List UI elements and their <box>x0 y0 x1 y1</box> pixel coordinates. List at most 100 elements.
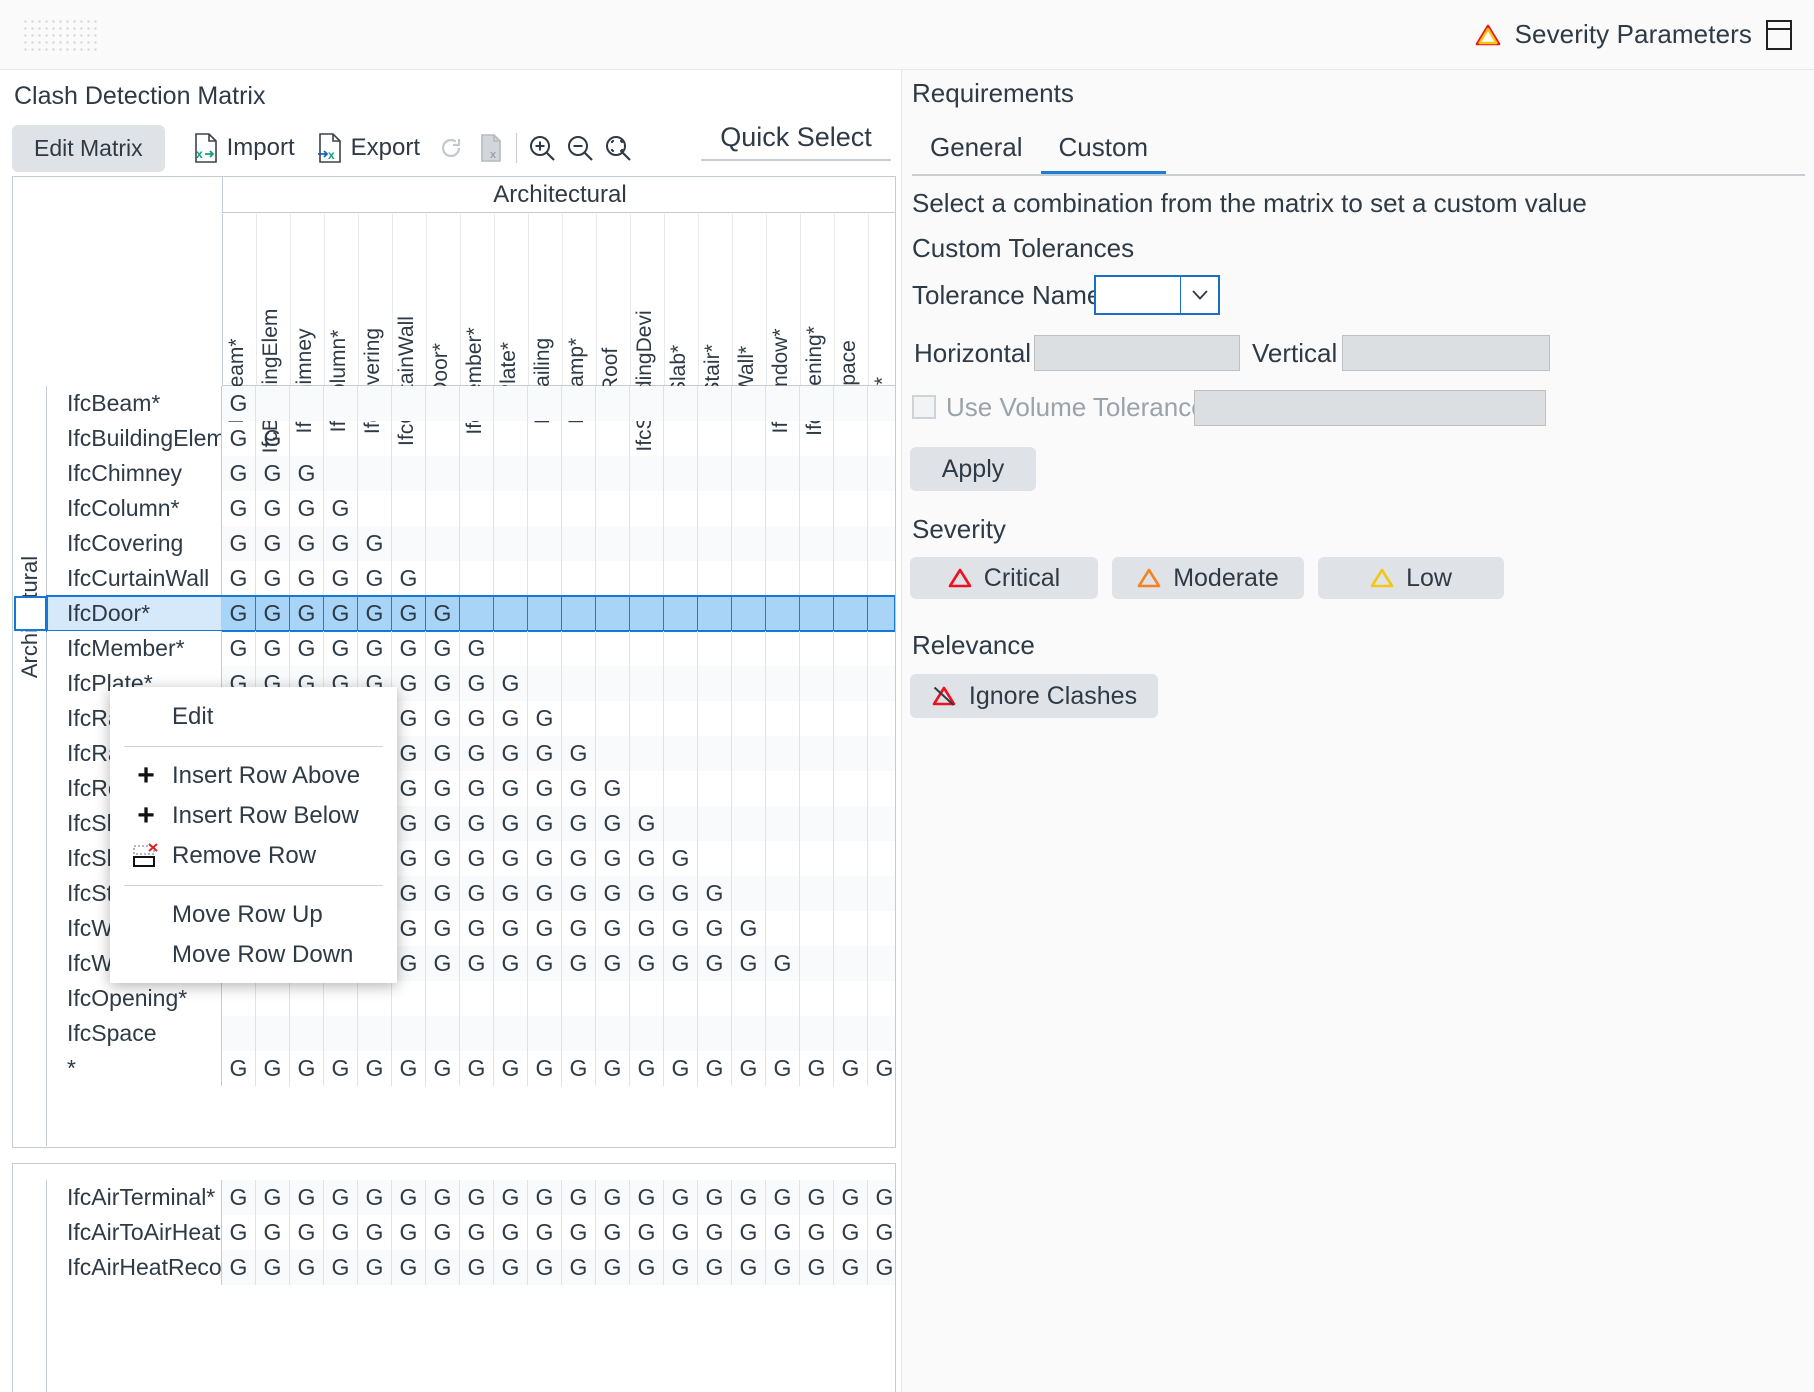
matrix-cell[interactable] <box>766 561 800 596</box>
matrix-cell[interactable] <box>766 806 800 841</box>
matrix-cell[interactable] <box>290 421 324 456</box>
matrix-cell[interactable] <box>528 666 562 701</box>
matrix-cell[interactable] <box>732 876 766 911</box>
matrix-cell[interactable]: G <box>358 1215 392 1250</box>
matrix-cell[interactable]: G <box>426 1215 460 1250</box>
matrix-cell[interactable] <box>324 981 358 1016</box>
matrix-cell[interactable] <box>868 631 895 666</box>
matrix-cell[interactable] <box>664 561 698 596</box>
matrix-cell[interactable]: G <box>256 561 290 596</box>
matrix-cell[interactable]: G <box>460 876 494 911</box>
matrix-cell[interactable]: G <box>630 841 664 876</box>
matrix-cell[interactable]: G <box>256 456 290 491</box>
matrix-cell[interactable]: G <box>392 806 426 841</box>
matrix-cell[interactable]: G <box>596 876 630 911</box>
matrix-cell[interactable]: G <box>596 1250 630 1285</box>
matrix-cell[interactable]: G <box>426 946 460 981</box>
matrix-cell[interactable] <box>868 876 895 911</box>
matrix-column-header[interactable]: IfcWall* <box>733 214 767 416</box>
matrix-cell[interactable]: G <box>460 911 494 946</box>
matrix-cell[interactable]: G <box>392 666 426 701</box>
matrix-cell[interactable] <box>698 491 732 526</box>
matrix-column-header[interactable]: IfcColumn* <box>325 214 359 432</box>
matrix-cell[interactable] <box>834 946 868 981</box>
matrix-cell[interactable] <box>732 666 766 701</box>
matrix-cell[interactable]: G <box>630 946 664 981</box>
matrix-cell[interactable] <box>868 1016 895 1051</box>
matrix-cell[interactable] <box>732 491 766 526</box>
matrix-cell[interactable] <box>766 526 800 561</box>
matrix-cell[interactable] <box>562 631 596 666</box>
matrix-cell[interactable] <box>834 701 868 736</box>
matrix-column-header[interactable]: IfcMember* <box>461 214 495 435</box>
matrix-cell[interactable]: G <box>324 596 358 631</box>
matrix-row-label[interactable]: IfcBuildingElem <box>47 421 222 456</box>
matrix-cell[interactable] <box>868 596 895 631</box>
matrix-cell[interactable] <box>834 876 868 911</box>
matrix-cell[interactable]: G <box>256 1250 290 1285</box>
matrix-cell[interactable] <box>834 1016 868 1051</box>
matrix-cell[interactable]: G <box>290 596 324 631</box>
matrix-cell[interactable]: G <box>834 1180 868 1215</box>
matrix-cell[interactable] <box>664 806 698 841</box>
matrix-cell[interactable]: G <box>528 876 562 911</box>
matrix-cell[interactable]: G <box>358 596 392 631</box>
table-row[interactable]: IfcAirTerminal* G G G G G G G G G G G G G G G G G G G G <box>47 1180 895 1215</box>
matrix-cell[interactable]: G <box>460 806 494 841</box>
matrix-cell[interactable]: G <box>426 876 460 911</box>
matrix-cell[interactable] <box>766 911 800 946</box>
matrix-column-header[interactable]: IfcRailing <box>529 214 563 424</box>
matrix-cell[interactable]: G <box>460 631 494 666</box>
matrix-cell[interactable]: G <box>222 456 256 491</box>
matrix-cell[interactable] <box>800 771 834 806</box>
matrix-cell[interactable]: G <box>494 736 528 771</box>
matrix-cell[interactable] <box>800 981 834 1016</box>
matrix-cell[interactable] <box>698 421 732 456</box>
matrix-cell[interactable]: G <box>460 1215 494 1250</box>
matrix-cell[interactable]: G <box>562 946 596 981</box>
context-menu-item[interactable]: + Insert Row Above <box>110 756 397 796</box>
matrix-cell[interactable] <box>494 631 528 666</box>
matrix-cell[interactable]: G <box>460 946 494 981</box>
matrix-cell[interactable] <box>834 561 868 596</box>
matrix-cell[interactable]: G <box>800 1250 834 1285</box>
matrix-cell[interactable] <box>868 491 895 526</box>
matrix-cell[interactable] <box>664 981 698 1016</box>
matrix-cell[interactable]: G <box>222 491 256 526</box>
matrix-cell[interactable]: G <box>698 946 732 981</box>
matrix-cell[interactable]: G <box>834 1215 868 1250</box>
matrix-cell[interactable]: G <box>562 1180 596 1215</box>
matrix-cell[interactable]: G <box>460 701 494 736</box>
matrix-cell[interactable]: G <box>494 911 528 946</box>
matrix-cell[interactable]: G <box>494 1051 528 1086</box>
matrix-cell[interactable]: G <box>222 1250 256 1285</box>
matrix-cell[interactable]: G <box>834 1250 868 1285</box>
matrix-cell[interactable]: G <box>290 526 324 561</box>
matrix-cell[interactable]: G <box>290 631 324 666</box>
matrix-cell[interactable] <box>358 456 392 491</box>
matrix-cell[interactable] <box>800 456 834 491</box>
matrix-cell[interactable]: G <box>256 631 290 666</box>
matrix-cell[interactable]: G <box>494 876 528 911</box>
table-row[interactable]: IfcChimney G G G <box>47 456 895 491</box>
matrix-cell[interactable]: G <box>460 841 494 876</box>
matrix-cell[interactable] <box>630 1016 664 1051</box>
matrix-column-header[interactable]: IfcPlate* <box>495 214 529 420</box>
matrix-cell[interactable] <box>766 491 800 526</box>
matrix-cell[interactable] <box>528 456 562 491</box>
matrix-cell[interactable] <box>800 806 834 841</box>
matrix-cell[interactable]: G <box>358 1250 392 1285</box>
matrix-cell[interactable] <box>358 1016 392 1051</box>
matrix-cell[interactable]: G <box>358 526 392 561</box>
matrix-cell[interactable] <box>494 981 528 1016</box>
matrix-cell[interactable] <box>732 596 766 631</box>
matrix-cell[interactable] <box>834 596 868 631</box>
matrix-row-label[interactable]: IfcColumn* <box>47 491 222 526</box>
matrix-cell[interactable] <box>732 421 766 456</box>
matrix-cell[interactable] <box>630 631 664 666</box>
matrix-cell[interactable] <box>562 596 596 631</box>
matrix-cell[interactable] <box>800 666 834 701</box>
matrix-cell[interactable] <box>868 701 895 736</box>
matrix-cell[interactable] <box>732 561 766 596</box>
matrix-cell[interactable] <box>698 456 732 491</box>
